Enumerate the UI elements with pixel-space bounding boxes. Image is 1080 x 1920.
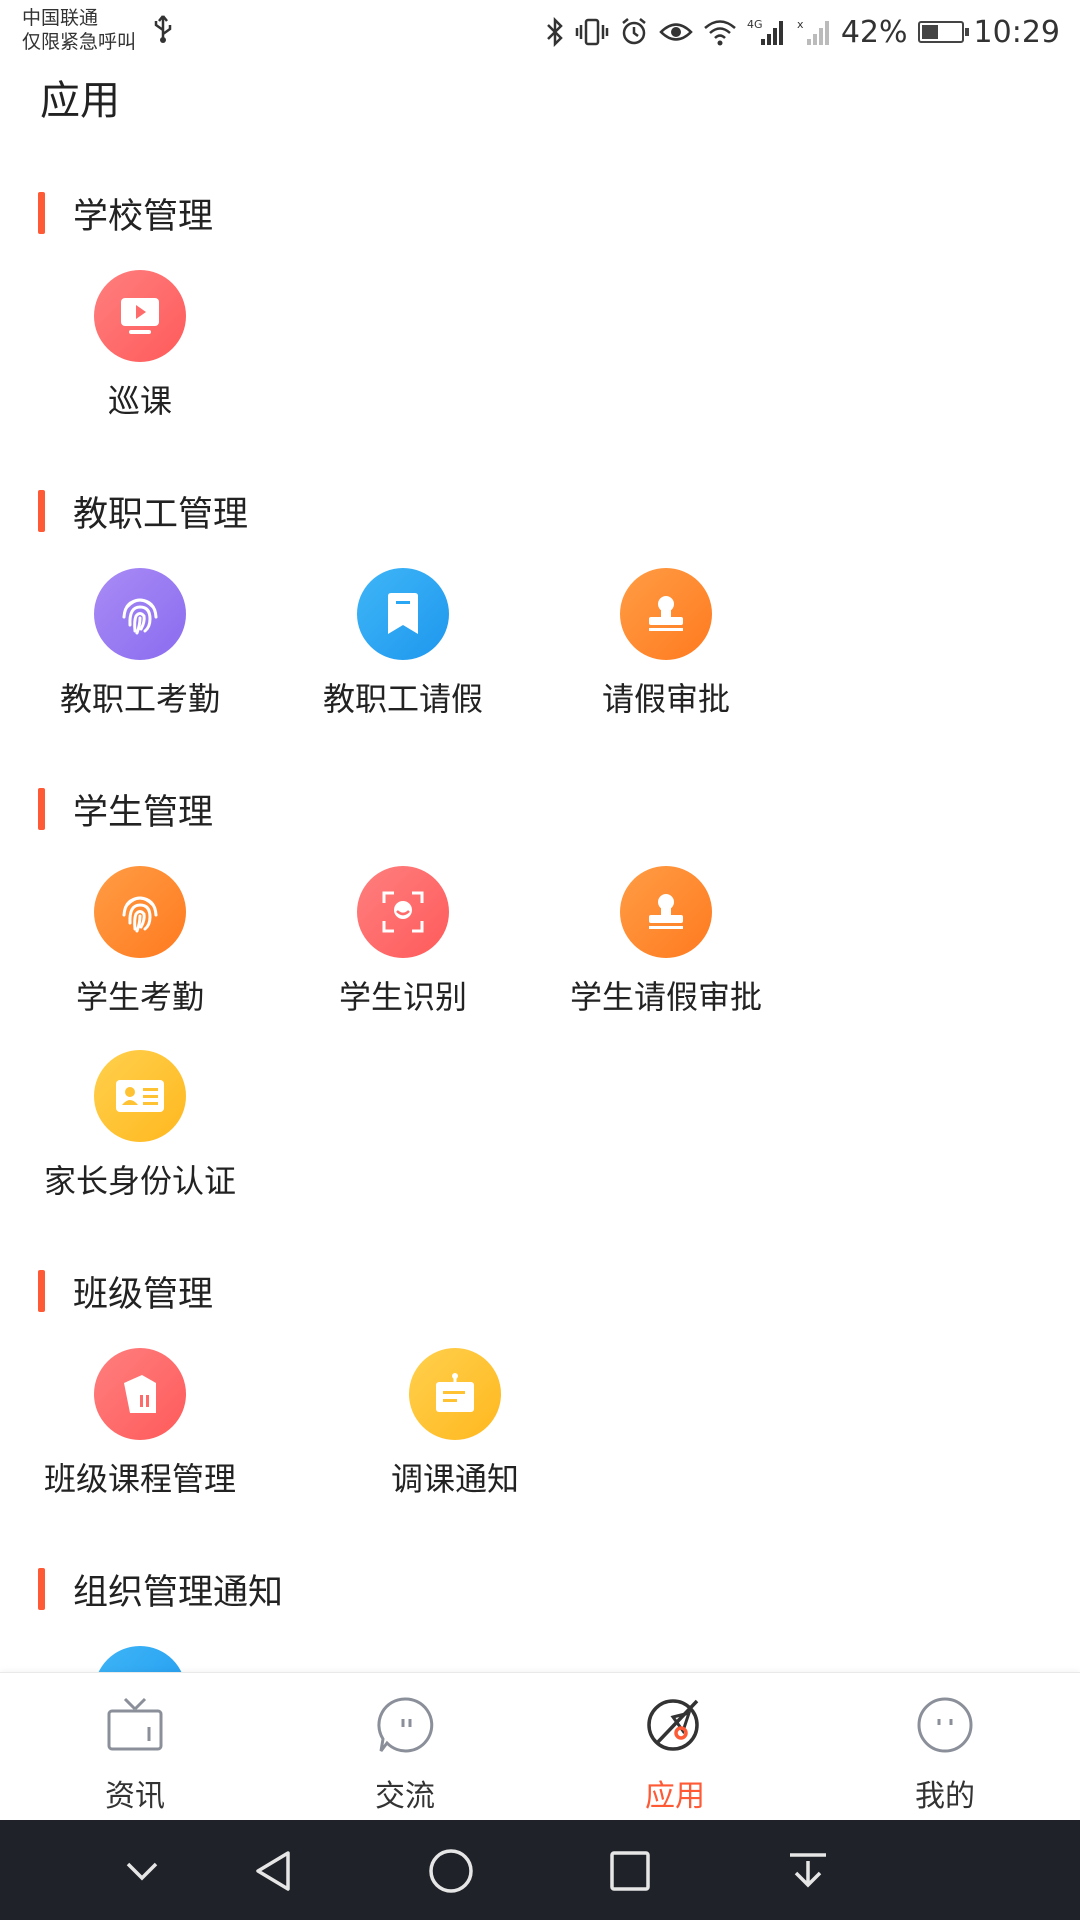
app-student-leave-approval[interactable]: 学生请假审批 — [536, 866, 796, 1018]
app-label: 调课通知 — [390, 1460, 519, 1498]
nav-label: 我的 — [915, 1779, 975, 1814]
section-accent-bar — [38, 192, 45, 234]
carrier-info: 中国联通 仅限紧急呼叫 — [22, 6, 136, 54]
course-book-icon — [94, 1348, 186, 1440]
fingerprint-icon — [94, 866, 186, 958]
section-accent-bar — [38, 788, 45, 830]
app-label: 班级课程管理 — [43, 1460, 236, 1498]
apps-compass-icon — [643, 1693, 707, 1757]
nav-label: 交流 — [375, 1779, 435, 1814]
pull-down-icon[interactable] — [778, 1844, 838, 1898]
section-header-staff: 教职工管理 — [38, 488, 249, 535]
video-play-icon — [94, 270, 186, 362]
bluetooth-icon — [545, 17, 565, 47]
bottom-navigation: 资讯 交流 应用 我的 — [0, 1672, 1080, 1821]
app-parent-verification[interactable]: 家长身份认证 — [10, 1050, 270, 1202]
nav-tab-me[interactable]: 我的 — [810, 1673, 1080, 1821]
app-label: 学生请假审批 — [569, 978, 762, 1016]
stamp-icon — [620, 866, 712, 958]
section-header-org-notice: 组织管理通知 — [38, 1566, 284, 1613]
status-icons: 4G x 42% 10:29 — [545, 10, 1060, 54]
app-label: 学生考勤 — [75, 978, 204, 1016]
clock: 10:29 — [973, 14, 1060, 50]
nav-tab-news[interactable]: 资讯 — [0, 1673, 270, 1821]
app-staff-leave[interactable]: 教职工请假 — [273, 568, 533, 720]
section-title: 组织管理通知 — [73, 1572, 284, 1613]
signal-4g-icon: 4G — [747, 17, 787, 47]
section-title: 学生管理 — [73, 792, 214, 833]
recents-square-icon[interactable] — [600, 1844, 660, 1898]
app-label: 请假审批 — [601, 680, 730, 718]
app-label: 教职工请假 — [322, 680, 483, 718]
carrier-name: 中国联通 — [22, 7, 99, 29]
smiley-face-icon — [913, 1693, 977, 1757]
face-scan-icon — [357, 866, 449, 958]
section-accent-bar — [38, 1270, 45, 1312]
app-class-course-management[interactable]: 班级课程管理 — [10, 1348, 270, 1500]
usb-icon — [152, 14, 174, 51]
system-navigation-bar — [0, 1820, 1080, 1920]
vibrate-icon — [575, 17, 609, 47]
section-title: 班级管理 — [73, 1274, 214, 1315]
emergency-only-text: 仅限紧急呼叫 — [22, 31, 137, 53]
status-bar: 中国联通 仅限紧急呼叫 4G x 42% 10:29 — [0, 0, 1080, 64]
battery-percent: 42% — [840, 14, 908, 50]
stamp-icon — [620, 568, 712, 660]
wifi-icon — [703, 18, 737, 46]
alarm-icon — [619, 17, 649, 47]
app-patrol-class[interactable]: 巡课 — [10, 270, 270, 422]
nav-tab-chat[interactable]: 交流 — [270, 1673, 540, 1821]
nav-label: 资讯 — [105, 1779, 165, 1814]
section-title: 教职工管理 — [73, 494, 249, 535]
eye-icon — [659, 19, 693, 45]
tv-news-icon — [103, 1693, 167, 1757]
back-triangle-icon[interactable] — [242, 1844, 302, 1898]
app-label: 家长身份认证 — [43, 1162, 236, 1200]
section-accent-bar — [38, 490, 45, 532]
app-staff-attendance[interactable]: 教职工考勤 — [10, 568, 270, 720]
app-student-attendance[interactable]: 学生考勤 — [10, 866, 270, 1018]
home-circle-icon[interactable] — [421, 1844, 481, 1898]
section-header-school: 学校管理 — [38, 190, 214, 237]
bookmark-icon — [357, 568, 449, 660]
app-leave-approval[interactable]: 请假审批 — [536, 568, 796, 720]
svg-text:x: x — [797, 18, 804, 31]
page-title: 应用 — [40, 78, 120, 124]
chat-bubble-icon — [373, 1693, 437, 1757]
section-header-class: 班级管理 — [38, 1268, 214, 1315]
svg-text:4G: 4G — [747, 18, 763, 31]
id-card-icon — [94, 1050, 186, 1142]
notice-board-icon — [409, 1348, 501, 1440]
section-accent-bar — [38, 1568, 45, 1610]
signal-no-sim-icon: x — [797, 17, 831, 47]
app-student-recognition[interactable]: 学生识别 — [273, 866, 533, 1018]
battery-charging-icon — [917, 21, 969, 43]
app-label: 巡课 — [107, 382, 172, 420]
app-course-change-notice[interactable]: 调课通知 — [325, 1348, 585, 1500]
app-label: 教职工考勤 — [59, 680, 220, 718]
app-label: 学生识别 — [338, 978, 467, 1016]
nav-label: 应用 — [645, 1779, 705, 1814]
section-header-student: 学生管理 — [38, 786, 214, 833]
nav-tab-apps[interactable]: 应用 — [540, 1673, 810, 1821]
section-title: 学校管理 — [73, 196, 214, 237]
chevron-down-icon[interactable] — [112, 1844, 172, 1898]
fingerprint-icon — [94, 568, 186, 660]
